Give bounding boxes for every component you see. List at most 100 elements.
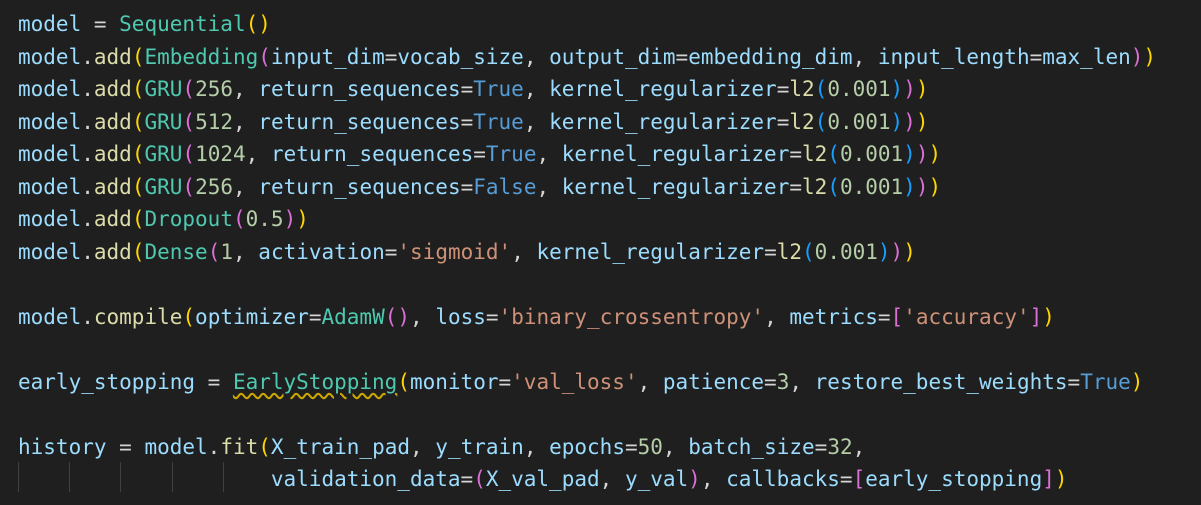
warning-token: EarlyStopping: [232, 369, 398, 394]
code-token: =: [1067, 369, 1081, 394]
code-token: ,: [700, 467, 727, 491]
code-line[interactable]: model.compile(optimizer=AdamW(), loss='b…: [18, 301, 1156, 334]
code-token: ,: [233, 77, 259, 101]
code-token: ): [1130, 369, 1144, 394]
code-token: ): [928, 174, 942, 199]
indent-guide: [18, 462, 19, 492]
code-token: =: [384, 239, 398, 264]
code-token: ]: [1029, 304, 1043, 329]
code-token: =: [764, 369, 777, 394]
code-token: ): [1042, 304, 1055, 329]
code-line[interactable]: model.add(GRU(512, return_sequences=True…: [18, 106, 1156, 139]
code-line[interactable]: [18, 398, 1156, 431]
code-token: 'sigmoid': [397, 239, 512, 264]
code-token: ,: [852, 44, 878, 69]
code-token: ,: [233, 109, 259, 134]
code-token: .: [81, 77, 94, 101]
code-token: add: [93, 44, 132, 69]
code-token: 3: [776, 369, 790, 394]
code-token: ): [915, 109, 929, 134]
code-token: ): [903, 77, 916, 101]
code-token: GRU: [144, 77, 183, 101]
code-line[interactable]: [18, 333, 1156, 366]
code-token: ]: [1042, 467, 1055, 491]
code-token: model: [18, 44, 82, 69]
code-token: ): [903, 239, 916, 264]
code-token: (: [131, 44, 145, 69]
code-token: ): [915, 174, 929, 199]
code-token: .: [81, 239, 94, 264]
code-token: add: [93, 142, 132, 166]
code-token: .: [81, 207, 94, 231]
code-token: =: [877, 304, 891, 329]
code-token: model: [18, 174, 82, 199]
code-token: =: [498, 369, 512, 394]
code-token: early_stopping: [865, 467, 1043, 491]
code-token: 0.001: [827, 77, 891, 101]
code-token: ): [903, 109, 916, 134]
code-line[interactable]: model.add(GRU(256, return_sequences=True…: [18, 73, 1156, 106]
code-token: False: [473, 174, 537, 199]
code-token: early_stopping: [18, 369, 196, 394]
code-token: =: [789, 174, 802, 199]
code-token: =: [460, 77, 474, 101]
code-line[interactable]: model.add(Dropout(0.5)): [18, 203, 1156, 236]
code-area[interactable]: model = Sequential() model.add(Embedding(…: [18, 8, 1156, 496]
indent-guide: [222, 462, 224, 492]
code-token: 0.5: [245, 207, 284, 231]
code-line[interactable]: [18, 268, 1156, 301]
code-token: 'val_loss': [511, 369, 638, 394]
code-token: ,: [523, 109, 550, 134]
code-token: 512: [195, 109, 233, 134]
code-line[interactable]: model.add(Embedding(input_dim=vocab_size…: [18, 41, 1156, 74]
code-token: =: [308, 304, 322, 329]
code-token: ,: [511, 239, 537, 264]
code-token: ): [890, 239, 904, 264]
code-token: (: [131, 77, 145, 101]
code-token: (): [245, 12, 271, 36]
code-token: input_dim: [270, 44, 385, 69]
code-line[interactable]: model = Sequential(): [18, 8, 1156, 41]
code-line[interactable]: model.add(GRU(1024, return_sequences=Tru…: [18, 138, 1156, 171]
code-token: input_length: [877, 44, 1030, 69]
code-token: Dense: [144, 239, 208, 264]
code-token: y_val: [624, 467, 689, 491]
code-line[interactable]: history = model.fit(X_train_pad, y_train…: [18, 431, 1156, 464]
code-token: l2: [802, 142, 828, 166]
code-token: kernel_regularizer: [536, 239, 765, 264]
code-token: 'binary_crossentropy': [498, 304, 765, 329]
code-token: ): [283, 207, 297, 231]
code-token: =: [81, 12, 120, 36]
code-token: ,: [233, 174, 259, 199]
code-token: .: [81, 109, 94, 134]
code-editor[interactable]: model = Sequential() model.add(Embedding(…: [0, 0, 1201, 505]
code-token: ): [928, 142, 942, 166]
code-token: return_sequences: [258, 174, 461, 199]
code-token: ): [877, 239, 891, 264]
code-token: =: [776, 109, 790, 134]
code-line[interactable]: model.add(Dense(1, activation='sigmoid',…: [18, 236, 1156, 269]
code-token: (: [131, 174, 145, 199]
code-token: GRU: [144, 142, 183, 166]
code-token: ,: [764, 304, 790, 329]
code-token: (: [827, 142, 840, 166]
code-line[interactable]: validation_data=(X_val_pad, y_val), call…: [18, 463, 1156, 496]
code-token: ,: [523, 434, 550, 459]
code-token: vocab_size: [397, 44, 524, 69]
code-token: add: [93, 77, 132, 101]
code-token: X_train_pad: [270, 434, 410, 459]
code-token: GRU: [144, 109, 183, 134]
code-token: ,: [233, 239, 259, 264]
code-token: (): [384, 304, 411, 329]
code-token: 0.001: [814, 239, 878, 264]
code-token: (: [131, 207, 145, 231]
code-token: output_dim: [549, 44, 676, 69]
code-token: ,: [662, 434, 689, 459]
code-token: fit: [220, 434, 259, 459]
code-token: ,: [410, 434, 436, 459]
code-line[interactable]: early_stopping = EarlyStopping(monitor='…: [18, 366, 1156, 399]
code-token: compile: [93, 304, 183, 329]
code-line[interactable]: model.add(GRU(256, return_sequences=Fals…: [18, 171, 1156, 204]
code-token: (: [397, 369, 410, 394]
code-token: ,: [536, 142, 562, 166]
